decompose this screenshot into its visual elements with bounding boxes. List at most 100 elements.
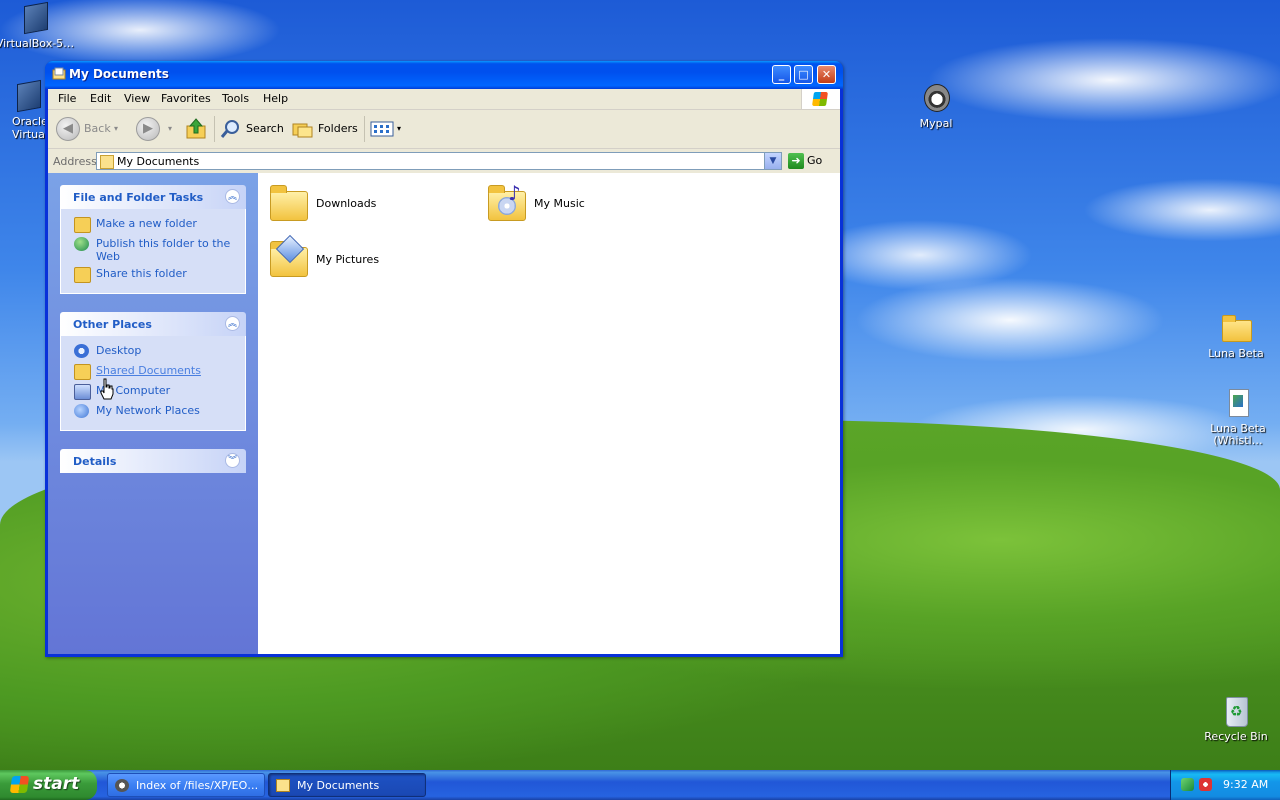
forward-button[interactable]: ▶ ▾ — [136, 117, 176, 141]
mypal-icon — [920, 82, 952, 114]
taskbar-item-my-documents[interactable]: My Documents — [268, 773, 426, 797]
task-label: Share this folder — [96, 267, 187, 280]
address-field[interactable]: My Documents ▼ — [96, 152, 782, 170]
menu-tools[interactable]: Tools — [222, 92, 249, 105]
collapse-chevron-icon[interactable]: ︽ — [225, 189, 240, 204]
file-name: My Pictures — [316, 253, 380, 266]
place-my-network-places[interactable]: My Network Places — [61, 404, 245, 420]
file-name: Downloads — [316, 197, 377, 210]
share-folder-icon — [74, 267, 91, 283]
close-icon: ✕ — [821, 68, 832, 81]
folder-icon — [1220, 312, 1252, 344]
taskbar-item-index[interactable]: Index of /files/XP/EO… — [107, 773, 265, 797]
folders-button[interactable]: Folders — [292, 117, 358, 141]
desktop-icon-luna-beta-whistler[interactable]: Luna Beta (Whistl… — [1196, 388, 1280, 447]
file-item-my-pictures[interactable]: My Pictures — [266, 234, 466, 285]
toolbar-separator — [214, 116, 215, 142]
other-places-panel: Other Places ︽ Desktop Shared Documents … — [60, 312, 246, 431]
recycle-bin-icon — [1220, 695, 1252, 727]
expand-chevron-icon[interactable]: ︾ — [225, 453, 240, 468]
views-icon — [370, 121, 394, 137]
place-desktop[interactable]: Desktop — [61, 344, 245, 360]
place-my-computer[interactable]: My Computer — [61, 384, 245, 400]
panel-title: File and Folder Tasks — [73, 191, 204, 204]
address-value: My Documents — [117, 155, 200, 168]
folder-icon — [74, 364, 91, 380]
network-icon — [74, 404, 89, 418]
taskbar: start Index of /files/XP/EO… My Document… — [0, 770, 1280, 800]
menu-view[interactable]: View — [124, 92, 150, 105]
computer-icon — [74, 384, 91, 400]
publish-web-icon — [74, 237, 89, 251]
start-label: start — [33, 774, 80, 794]
explorer-window: My Documents _ □ ✕ File Edit View Favori… — [45, 61, 843, 657]
toolbar: ◀ Back ▾ ▶ ▾ Search Folders ▾ — [48, 110, 840, 149]
back-arrow-icon: ◀ — [56, 117, 80, 141]
security-shield-icon[interactable] — [1199, 778, 1212, 791]
start-button[interactable]: start — [0, 770, 97, 800]
clock[interactable]: 9:32 AM — [1223, 778, 1268, 791]
collapse-chevron-icon[interactable]: ︽ — [225, 316, 240, 331]
desktop-icon-label: Mypal — [919, 117, 953, 130]
window-titlebar[interactable]: My Documents _ □ ✕ — [45, 61, 843, 89]
forward-arrow-icon: ▶ — [136, 117, 160, 141]
details-panel: Details ︾ — [60, 449, 246, 473]
search-button[interactable]: Search — [220, 117, 286, 141]
windows-flag-icon — [9, 776, 30, 793]
folders-icon — [292, 123, 313, 138]
music-folder-icon: ♪ — [484, 181, 528, 225]
up-folder-icon — [186, 118, 206, 139]
virtualbox-icon — [19, 1, 51, 35]
menu-favorites[interactable]: Favorites — [161, 92, 211, 105]
desktop-icon-mypal[interactable]: Mypal — [896, 82, 976, 130]
panel-header[interactable]: Details ︾ — [60, 449, 246, 473]
desktop-icon-label: VirtualBox-5… — [0, 37, 75, 50]
hand-cursor-icon — [100, 378, 114, 400]
file-folder-tasks-panel: File and Folder Tasks ︽ Make a new folde… — [60, 185, 246, 294]
go-label: Go — [807, 154, 823, 167]
desktop-icon-recycle-bin[interactable]: Recycle Bin — [1196, 695, 1276, 743]
file-item-downloads[interactable]: Downloads — [266, 181, 466, 229]
task-publish-folder[interactable]: Publish this folder to the Web — [61, 237, 245, 263]
file-item-my-music[interactable]: ♪ My Music — [484, 181, 684, 229]
forward-dropdown-icon: ▾ — [168, 124, 173, 133]
desktop-icon — [74, 344, 89, 358]
folders-label: Folders — [318, 122, 358, 135]
virtualbox-icon — [12, 79, 44, 113]
views-button[interactable]: ▾ — [370, 117, 406, 141]
back-dropdown-icon: ▾ — [114, 124, 119, 133]
maximize-button[interactable]: □ — [794, 65, 813, 84]
close-button[interactable]: ✕ — [817, 65, 836, 84]
menu-bar: File Edit View Favorites Tools Help — [48, 89, 840, 110]
minimize-button[interactable]: _ — [772, 65, 791, 84]
address-bar: Address My Documents ▼ ➜ Go — [48, 149, 840, 173]
task-share-folder[interactable]: Share this folder — [61, 267, 245, 283]
file-list: Downloads ♪ My Music My Pictures — [258, 173, 840, 654]
menu-help[interactable]: Help — [263, 92, 288, 105]
menu-edit[interactable]: Edit — [90, 92, 111, 105]
maximize-icon: □ — [798, 68, 809, 81]
back-label: Back — [84, 122, 111, 135]
place-label: Desktop — [96, 344, 142, 357]
panel-title: Details — [73, 455, 117, 468]
network-tray-icon[interactable] — [1181, 778, 1194, 791]
place-shared-documents[interactable]: Shared Documents — [61, 364, 245, 380]
desktop-icon-virtualbox[interactable]: VirtualBox-5… — [0, 1, 75, 50]
panel-body: Make a new folder Publish this folder to… — [60, 209, 246, 294]
panel-header[interactable]: Other Places ︽ — [60, 312, 246, 336]
back-button[interactable]: ◀ Back ▾ — [56, 117, 126, 141]
up-button[interactable] — [184, 117, 210, 141]
menu-file[interactable]: File — [58, 92, 76, 105]
window-content: File and Folder Tasks ︽ Make a new folde… — [48, 173, 840, 654]
taskbar-item-label: Index of /files/XP/EO… — [136, 779, 259, 792]
views-dropdown-icon: ▾ — [397, 124, 402, 133]
desktop-icon-luna-beta[interactable]: Luna Beta — [1196, 312, 1276, 360]
task-make-new-folder[interactable]: Make a new folder — [61, 217, 245, 233]
mypal-icon — [115, 779, 129, 792]
search-label: Search — [246, 122, 284, 135]
task-label: Publish this folder to the Web — [96, 237, 231, 263]
go-button[interactable]: ➜ Go — [788, 152, 836, 170]
minimize-icon: _ — [778, 68, 785, 81]
panel-header[interactable]: File and Folder Tasks ︽ — [60, 185, 246, 209]
address-dropdown-icon[interactable]: ▼ — [764, 153, 781, 169]
